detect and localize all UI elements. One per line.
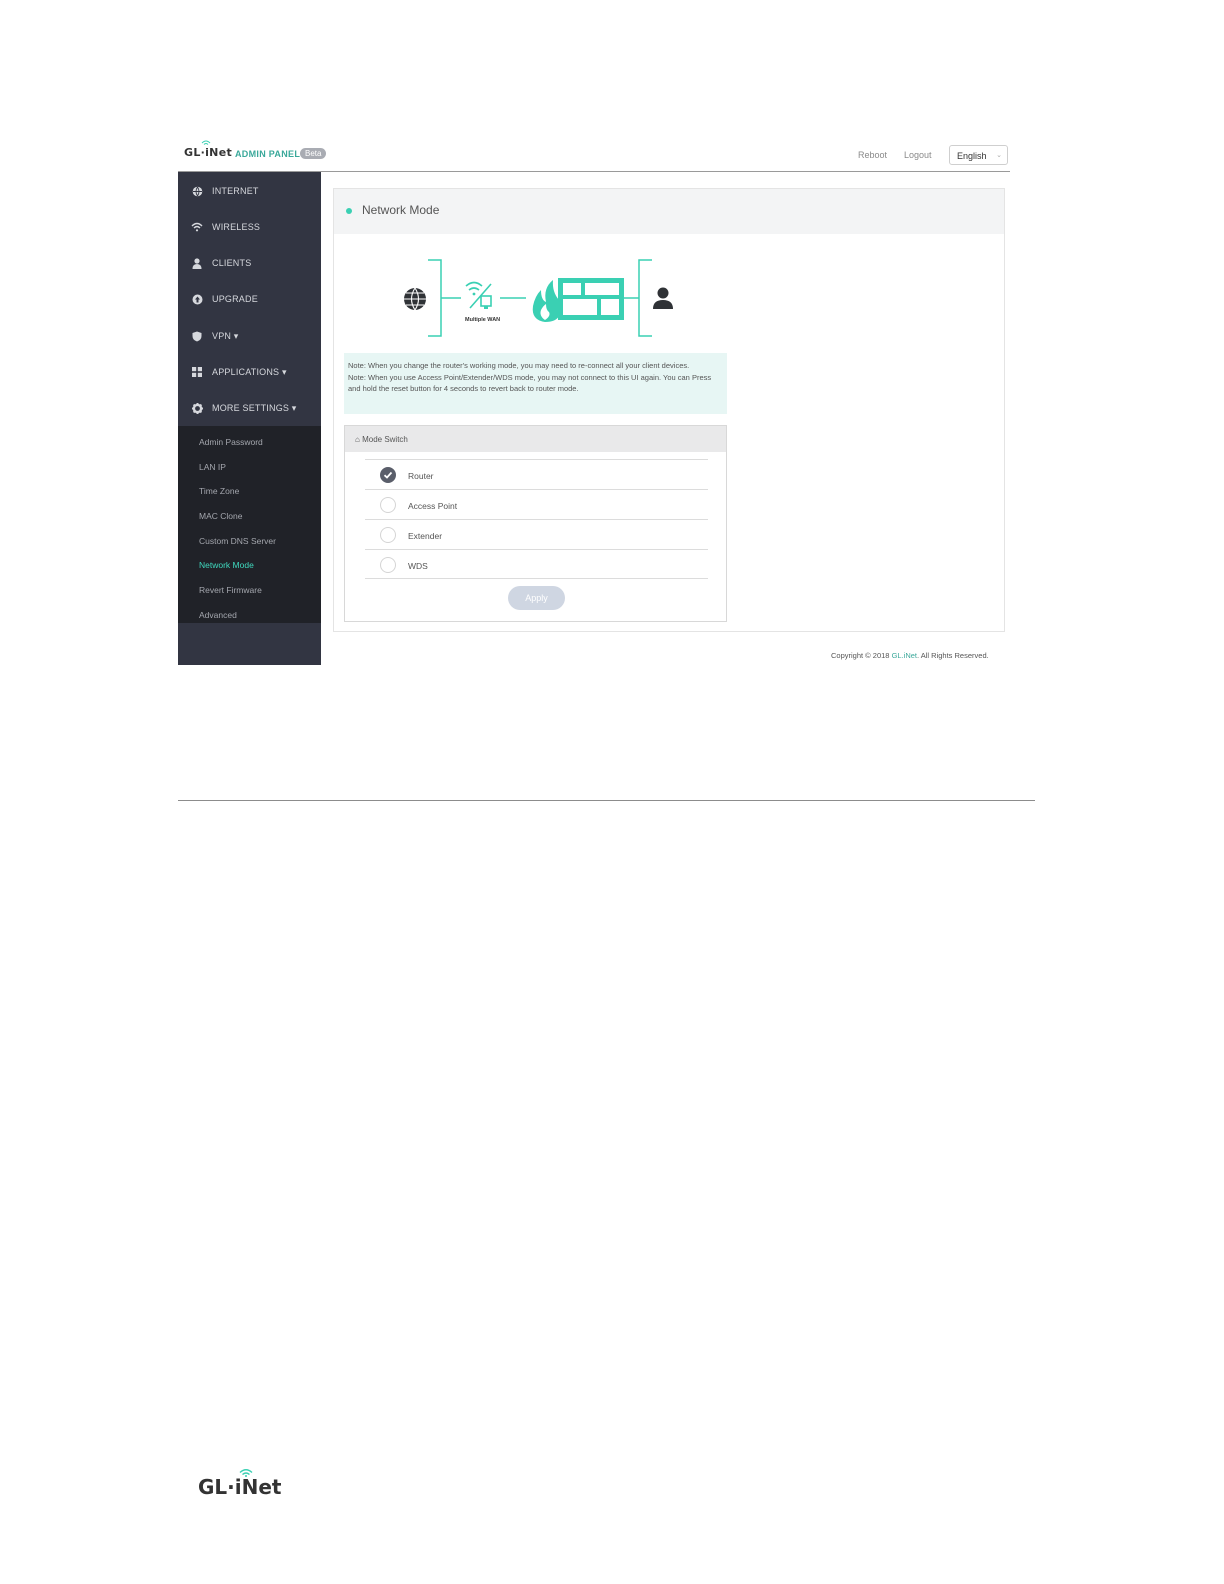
submenu-item-network-mode[interactable]: Network Mode (199, 560, 254, 570)
mode-option-wds[interactable]: WDS (365, 549, 708, 579)
upload-icon (191, 293, 203, 305)
sidebar-item-label: UPGRADE (212, 294, 258, 304)
language-value: English (957, 151, 987, 161)
sidebar-item-clients[interactable]: CLIENTS (178, 245, 321, 281)
gear-icon (191, 402, 203, 414)
bracket-left (428, 259, 442, 337)
wifi-icon (191, 221, 203, 233)
mode-label: WDS (408, 561, 428, 571)
globe-icon (191, 185, 203, 197)
copyright-prefix: Copyright © 2018 (831, 651, 892, 660)
reboot-link[interactable]: Reboot (858, 150, 887, 160)
sidebar-item-label: MORE SETTINGS ▾ (212, 402, 297, 413)
submenu-item-time-zone[interactable]: Time Zone (199, 486, 239, 496)
home-icon: ⌂ (355, 435, 360, 444)
brand-text: GL·iNet (184, 146, 233, 159)
grid-icon (191, 366, 203, 378)
sidebar: INTERNET WIRELESS CLIENTS UPGRADE VPN ▾ … (178, 172, 321, 665)
logout-link[interactable]: Logout (904, 150, 932, 160)
sidebar-item-wireless[interactable]: WIRELESS (178, 209, 321, 245)
footer-logo-text: GL·iNet (198, 1475, 282, 1499)
bracket-right (638, 259, 652, 337)
mode-option-access-point[interactable]: Access Point (365, 489, 708, 519)
globe-icon (404, 287, 426, 311)
mode-option-extender[interactable]: Extender (365, 519, 708, 549)
submenu-item-admin-password[interactable]: Admin Password (199, 437, 263, 447)
page-divider (178, 800, 1035, 801)
mode-switch-panel: ⌂ Mode Switch Router Access Point Extend… (344, 425, 727, 622)
multiple-wan-icon (465, 281, 492, 309)
checkmark-icon (383, 471, 393, 479)
submenu-item-advanced[interactable]: Advanced (199, 610, 237, 620)
sidebar-item-vpn[interactable]: VPN ▾ (178, 318, 321, 354)
network-diagram (404, 259, 673, 337)
mode-label: Access Point (408, 501, 458, 511)
radio-access-point[interactable] (380, 497, 396, 513)
sidebar-item-label: APPLICATIONS ▾ (212, 366, 287, 377)
firewall-icon (532, 278, 624, 322)
radio-wds[interactable] (380, 557, 396, 573)
copyright: Copyright © 2018 GL.iNet. All Rights Res… (831, 651, 989, 660)
sidebar-item-applications[interactable]: APPLICATIONS ▾ (178, 354, 321, 390)
submenu-item-lan-ip[interactable]: LAN IP (199, 462, 226, 472)
mode-label: Router (408, 471, 434, 481)
mode-option-router[interactable]: Router (365, 459, 708, 489)
status-dot (346, 208, 352, 214)
submenu-item-mac-clone[interactable]: MAC Clone (199, 511, 242, 521)
panel-header: ⌂ Mode Switch (345, 426, 726, 452)
panel-title: Mode Switch (362, 435, 408, 444)
shield-icon (191, 330, 203, 342)
wifi-icon (201, 140, 211, 145)
sidebar-item-label: INTERNET (212, 186, 259, 196)
sidebar-item-more-settings[interactable]: MORE SETTINGS ▾ (178, 390, 321, 426)
brand-logo[interactable]: GL·iNet (184, 140, 233, 159)
note-line-1: Note: When you change the router's worki… (348, 361, 690, 370)
mode-change-note: Note: When you change the router's worki… (344, 353, 727, 414)
sidebar-item-label: VPN ▾ (212, 330, 239, 341)
beta-badge: Beta (300, 148, 327, 159)
radio-router[interactable] (380, 467, 396, 483)
note-line-2: Note: When you use Access Point/Extender… (348, 372, 712, 394)
apply-button[interactable]: Apply (508, 586, 565, 610)
page-title: Network Mode (362, 203, 440, 217)
user-icon (191, 257, 203, 269)
sidebar-item-upgrade[interactable]: UPGRADE (178, 281, 321, 317)
radio-extender[interactable] (380, 527, 396, 543)
footer-logo: GL·iNet (198, 1468, 298, 1499)
user-icon (653, 287, 673, 309)
language-select[interactable]: English ⌄ (949, 145, 1008, 165)
submenu-item-custom-dns[interactable]: Custom DNS Server (199, 536, 276, 546)
sidebar-item-label: CLIENTS (212, 258, 252, 268)
top-header: GL·iNet ADMIN PANEL Beta Reboot Logout E… (178, 140, 1010, 172)
copyright-brand-link[interactable]: GL.iNet (892, 651, 917, 660)
more-settings-submenu: Admin Password LAN IP Time Zone MAC Clon… (178, 426, 321, 623)
copyright-suffix: . All Rights Reserved. (917, 651, 989, 660)
mode-label: Extender (408, 531, 443, 541)
card-header: Network Mode (334, 189, 1004, 234)
submenu-item-revert-firmware[interactable]: Revert Firmware (199, 585, 262, 595)
chevron-down-icon: ⌄ (996, 152, 1002, 159)
multiple-wan-label: Multiple WAN (465, 317, 501, 323)
sidebar-item-label: WIRELESS (212, 222, 261, 232)
sidebar-item-internet[interactable]: INTERNET (178, 173, 321, 209)
admin-panel-label: ADMIN PANEL (235, 149, 301, 159)
